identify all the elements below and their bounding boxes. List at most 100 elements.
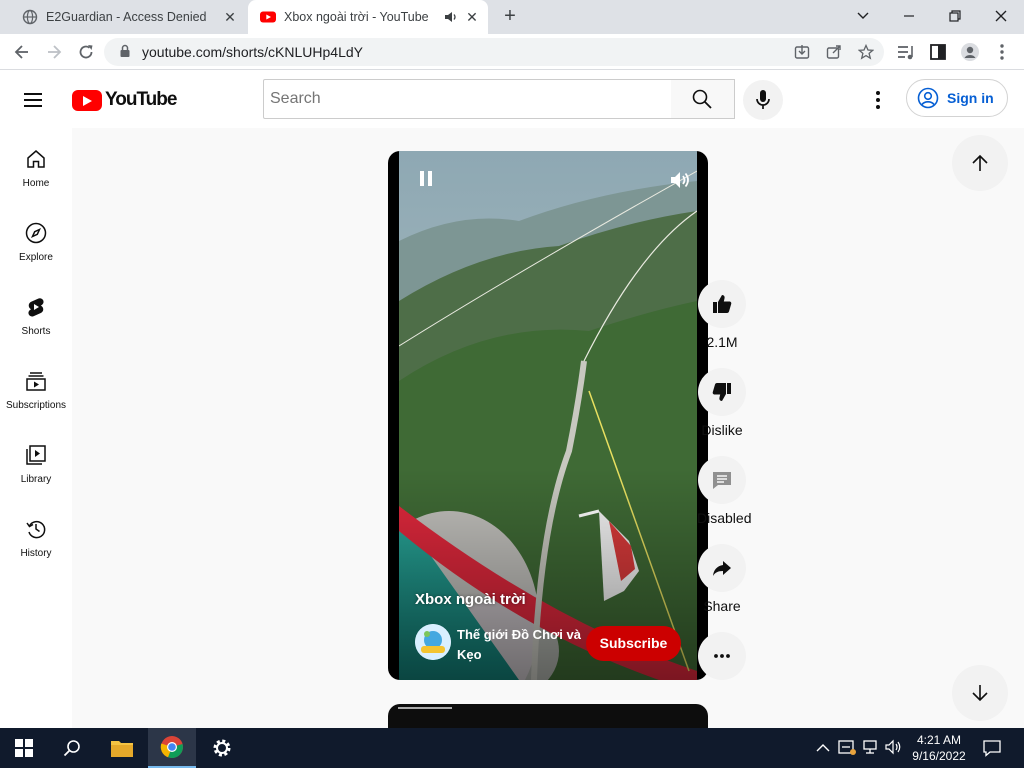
volume-icon[interactable]: [669, 169, 691, 191]
sidebar-item-explore[interactable]: Explore: [0, 202, 72, 276]
channel-name[interactable]: Thế giới Đồ Chơi và Kẹo: [457, 625, 587, 665]
system-clock[interactable]: 4:21 AM 9/16/2022: [904, 732, 974, 764]
search-icon: [63, 740, 80, 757]
sign-in-button[interactable]: Sign in: [906, 79, 1008, 117]
sidebar-item-label: Library: [20, 474, 52, 485]
search-input[interactable]: [263, 79, 672, 119]
more-options-button[interactable]: [698, 632, 746, 680]
guide-menu-icon[interactable]: [24, 90, 48, 108]
clock-time: 4:21 AM: [916, 733, 962, 747]
settings-more-icon[interactable]: [864, 88, 892, 112]
sidebar-item-home[interactable]: Home: [0, 128, 72, 202]
like-count: 2.1M: [706, 334, 738, 350]
close-tab-icon[interactable]: ✕: [222, 9, 238, 25]
home-icon: [27, 150, 45, 168]
account-icon: [917, 87, 939, 109]
address-bar[interactable]: youtube.com/shorts/cKNLUHp4LdY: [104, 38, 884, 66]
youtube-masthead: YouTube Sign in: [0, 70, 1024, 128]
dislike-action[interactable]: Dislike: [697, 368, 747, 438]
comments-button: [698, 456, 746, 504]
arrow-down-icon: [972, 685, 988, 702]
share-page-icon[interactable]: [826, 44, 842, 60]
comments-action: Disabled: [697, 456, 752, 526]
install-app-icon[interactable]: [794, 44, 810, 60]
share-button[interactable]: [698, 544, 746, 592]
pause-button[interactable]: [420, 171, 434, 187]
share-label: Share: [703, 598, 741, 614]
media-control-icon[interactable]: [896, 42, 916, 62]
taskbar-search-button[interactable]: [48, 728, 96, 768]
minimize-button[interactable]: [886, 2, 932, 30]
lock-icon[interactable]: [118, 44, 132, 58]
notifications-icon[interactable]: [983, 739, 1001, 757]
forward-button[interactable]: [40, 38, 68, 66]
profile-avatar-icon[interactable]: [960, 42, 980, 62]
youtube-favicon-icon: [260, 11, 276, 23]
channel-avatar[interactable]: [415, 624, 451, 660]
back-button[interactable]: [8, 38, 36, 66]
sidebar-item-label: Subscriptions: [5, 400, 67, 411]
network-icon[interactable]: [862, 739, 880, 755]
file-explorer-button[interactable]: [98, 728, 146, 768]
next-short-button[interactable]: [952, 665, 1008, 721]
folder-icon: [111, 741, 133, 757]
sidebar-item-history[interactable]: History: [0, 498, 72, 572]
share-action[interactable]: Share: [697, 544, 747, 614]
more-horizontal-icon: [714, 654, 730, 658]
chevron-up-icon[interactable]: [816, 742, 830, 754]
sidebar-item-shorts[interactable]: Shorts: [0, 276, 72, 350]
share-arrow-icon: [713, 561, 731, 576]
like-button[interactable]: [698, 280, 746, 328]
dislike-label: Dislike: [701, 422, 743, 438]
sign-in-label: Sign in: [947, 90, 994, 106]
close-tab-icon[interactable]: ✕: [464, 9, 480, 25]
clock-date: 9/16/2022: [912, 749, 966, 763]
sidebar-item-library[interactable]: Library: [0, 424, 72, 498]
arrow-up-icon: [972, 154, 988, 171]
search-icon: [692, 89, 712, 109]
reload-button[interactable]: [72, 38, 100, 66]
thumbs-up-icon: [713, 295, 732, 313]
dislike-button[interactable]: [698, 368, 746, 416]
shorts-icon: [28, 298, 44, 317]
windows-taskbar: 4:21 AM 9/16/2022: [0, 728, 1024, 768]
chrome-menu-icon[interactable]: [992, 42, 1012, 62]
windows-logo-icon: [15, 739, 33, 757]
sidebar-item-label: Explore: [19, 252, 53, 263]
settings-taskbar-button[interactable]: [198, 728, 246, 768]
youtube-play-logo-icon: [72, 89, 102, 111]
subscriptions-icon: [26, 372, 46, 391]
subscribe-button[interactable]: Subscribe: [586, 626, 681, 661]
shorts-player[interactable]: Xbox ngoài trời Thế giới Đồ Chơi và Kẹo …: [388, 151, 708, 680]
like-action[interactable]: 2.1M: [697, 280, 747, 350]
tab-search-chevron-icon[interactable]: [840, 2, 886, 30]
start-button[interactable]: [0, 728, 48, 768]
tab-e2guardian[interactable]: E2Guardian - Access Denied ✕: [8, 0, 246, 34]
search-button[interactable]: [671, 79, 735, 119]
youtube-logo[interactable]: YouTube: [72, 88, 177, 112]
history-icon: [26, 520, 46, 539]
new-tab-button[interactable]: +: [498, 5, 522, 29]
comments-label: Disabled: [697, 510, 752, 526]
chrome-taskbar-button[interactable]: [148, 728, 196, 768]
previous-short-button[interactable]: [952, 135, 1008, 191]
short-title[interactable]: Xbox ngoài trời: [415, 591, 526, 608]
close-window-button[interactable]: [978, 2, 1024, 30]
browser-toolbar: youtube.com/shorts/cKNLUHp4LdY: [0, 34, 1024, 70]
more-action[interactable]: [697, 632, 747, 680]
audio-playing-icon[interactable]: [444, 10, 458, 24]
tab-youtube[interactable]: Xbox ngoài trời - YouTube ✕: [248, 0, 488, 34]
side-panel-icon[interactable]: [928, 42, 948, 62]
sidebar-item-subscriptions[interactable]: Subscriptions: [0, 350, 72, 424]
security-icon[interactable]: [838, 738, 856, 756]
voice-search-button[interactable]: [743, 80, 783, 120]
video-frame[interactable]: Xbox ngoài trời Thế giới Đồ Chơi và Kẹo …: [399, 151, 697, 680]
tab-title: E2Guardian - Access Denied: [46, 10, 207, 24]
gear-icon: [213, 739, 231, 757]
bookmark-star-icon[interactable]: [858, 44, 874, 60]
sidebar-item-label: History: [20, 548, 52, 559]
speaker-icon[interactable]: [885, 739, 903, 755]
restore-button[interactable]: [932, 2, 978, 30]
compass-icon: [25, 222, 47, 244]
chrome-icon: [160, 736, 183, 759]
